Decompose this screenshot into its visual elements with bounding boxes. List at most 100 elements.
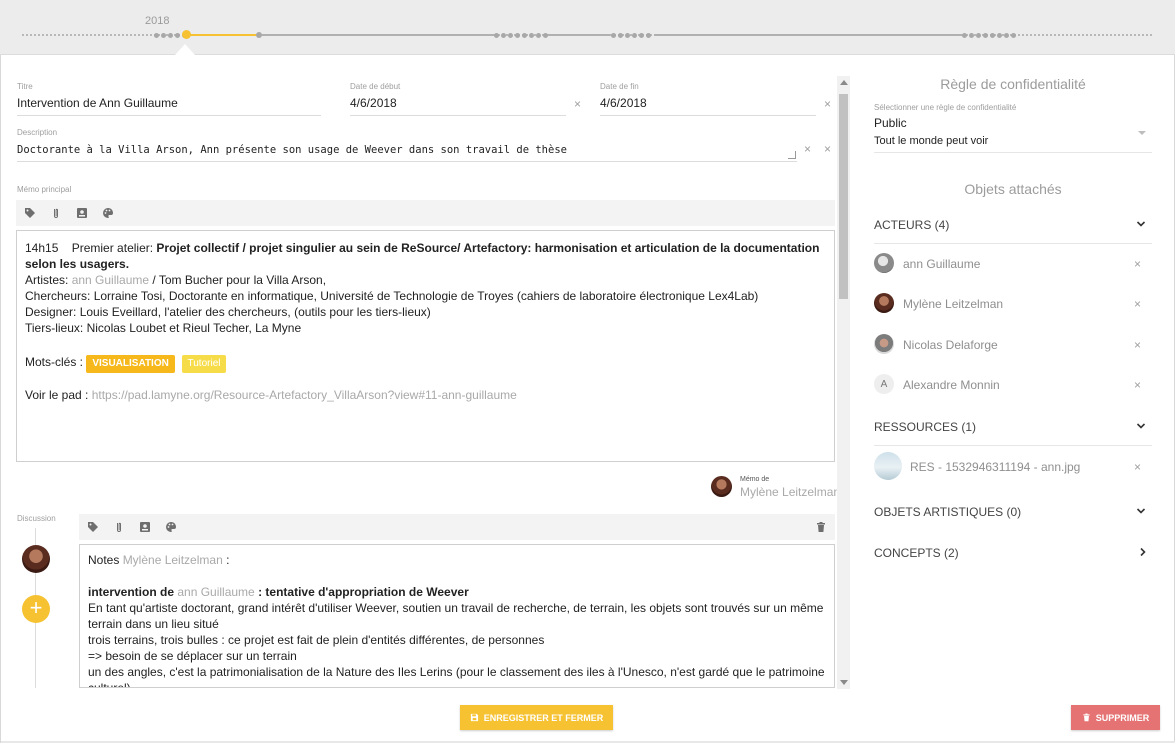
- actors-section-title[interactable]: ACTEURS (4): [874, 218, 949, 232]
- privacy-dropdown-icon[interactable]: [1138, 131, 1146, 135]
- notes-colon: :: [222, 553, 230, 567]
- discussion-label: Discussion: [17, 514, 56, 523]
- memo-artists-line: Artistes: ann Guillaume / Tom Bucher pou…: [25, 272, 826, 288]
- resources-section-title[interactable]: RESSOURCES (1): [874, 420, 976, 434]
- remove-actor-icon[interactable]: ×: [1134, 297, 1141, 311]
- timeline-cluster[interactable]: [962, 31, 1016, 39]
- memo-keywords-line: Mots-clés : VISUALISATION Tutoriel: [25, 352, 826, 373]
- remove-resource-icon[interactable]: ×: [1134, 460, 1141, 474]
- actor-avatar: [874, 253, 894, 273]
- keyword-tag-visualisation[interactable]: VISUALISATION: [86, 355, 175, 373]
- start-date-input[interactable]: 4/6/2018: [350, 96, 397, 110]
- chevron-down-icon[interactable]: [1136, 420, 1146, 430]
- attachment-icon[interactable]: [50, 207, 62, 219]
- title-label: Titre: [17, 82, 33, 91]
- memo-artists-prefix: Artistes:: [25, 273, 72, 287]
- actor-name[interactable]: Mylène Leitzelman: [903, 297, 1003, 311]
- timeline-current-marker[interactable]: [182, 30, 191, 39]
- notes-editor[interactable]: Notes Mylène Leitzelman : intervention d…: [79, 544, 835, 688]
- resource-thumbnail: [874, 452, 902, 480]
- privacy-underline: [874, 152, 1152, 153]
- memo-artists-rest: / Tom Bucher pour la Villa Arson,: [149, 273, 327, 287]
- privacy-select-value[interactable]: Public: [874, 116, 907, 130]
- resource-name[interactable]: RES - 1532946311194 - ann.jpg: [910, 460, 1080, 474]
- timeline-cluster[interactable]: [611, 31, 651, 39]
- memo-pad-link[interactable]: https://pad.lamyne.org/Resource-Artefact…: [92, 388, 517, 402]
- description-textarea[interactable]: Doctorante à la Villa Arson, Ann présent…: [17, 144, 567, 156]
- timeline-cluster[interactable]: [494, 31, 548, 39]
- end-date-clear-icon[interactable]: ×: [824, 98, 831, 110]
- actor-avatar: [874, 334, 894, 354]
- attached-heading: Objets attachés: [964, 181, 1062, 197]
- timeline-segment: [546, 34, 610, 36]
- notes-intervention-prefix: intervention de: [88, 585, 178, 599]
- delete-button[interactable]: SUPPRIMER: [1071, 705, 1160, 730]
- actor-name[interactable]: ann Guillaume: [903, 257, 980, 271]
- chevron-right-icon[interactable]: [1138, 546, 1148, 557]
- save-and-close-label: ENREGISTRER ET FERMER: [483, 712, 604, 723]
- save-icon: [470, 713, 478, 722]
- tag-icon[interactable]: [24, 207, 36, 219]
- description-underline: [17, 161, 797, 162]
- notes-person-link[interactable]: ann Guillaume: [177, 585, 254, 599]
- contact-card-icon[interactable]: [139, 521, 151, 533]
- actor-avatar-initial: A: [874, 374, 894, 394]
- title-input[interactable]: Intervention de Ann Guillaume: [17, 96, 178, 110]
- notes-prefix: Notes: [88, 553, 123, 567]
- contact-card-icon[interactable]: [76, 207, 88, 219]
- palette-icon[interactable]: [165, 521, 177, 533]
- end-date-input[interactable]: 4/6/2018: [600, 96, 647, 110]
- trash-icon: [1083, 713, 1090, 722]
- notes-intervention-line: intervention de ann Guillaume : tentativ…: [88, 584, 826, 600]
- notes-intervention-rest: : tentative d'appropriation de Weever: [254, 585, 469, 599]
- memo-artist-link[interactable]: ann Guillaume: [72, 273, 149, 287]
- actor-name[interactable]: Nicolas Delaforge: [903, 338, 998, 352]
- actor-name[interactable]: Alexandre Monnin: [903, 378, 1000, 392]
- memo-label: Mémo principal: [17, 185, 72, 194]
- privacy-select-sub: Tout le monde peut voir: [874, 135, 989, 147]
- scroll-down-icon[interactable]: [840, 680, 848, 685]
- description-clear-icon[interactable]: ×: [804, 143, 811, 155]
- memo-designer-line: Designer: Louis Eveillard, l'atelier des…: [25, 305, 431, 319]
- remove-actor-icon[interactable]: ×: [1134, 338, 1141, 352]
- scroll-thumb[interactable]: [839, 94, 848, 299]
- memo-toolbar: [16, 200, 835, 226]
- description-clear-icon-2[interactable]: ×: [824, 143, 831, 155]
- timeline-bar[interactable]: 2018: [0, 0, 1175, 55]
- notes-line-4: un des angles, c'est la patrimonialisati…: [88, 665, 825, 688]
- trash-icon[interactable]: [815, 521, 827, 533]
- tag-icon[interactable]: [87, 521, 99, 533]
- resources-divider: [874, 445, 1152, 446]
- chevron-down-icon[interactable]: [1136, 218, 1146, 228]
- timeline-range-end[interactable]: [256, 32, 262, 38]
- memo-heading-prefix: Premier atelier:: [71, 241, 157, 255]
- memo-editor[interactable]: 14h15 Premier atelier: Projet collectif …: [16, 230, 835, 462]
- attachment-icon[interactable]: [113, 521, 125, 533]
- chevron-down-icon[interactable]: [1136, 505, 1146, 515]
- privacy-heading: Règle de confidentialité: [940, 76, 1086, 92]
- content-scrollbar[interactable]: [837, 76, 850, 689]
- scroll-up-icon[interactable]: [840, 80, 848, 85]
- notes-line-3: => besoin de se déplacer sur un terrain: [88, 649, 297, 663]
- concepts-section-title[interactable]: CONCEPTS (2): [874, 546, 959, 560]
- add-note-button[interactable]: +: [22, 595, 50, 623]
- timeline-year: 2018: [145, 15, 170, 27]
- memo-tiers-line: Tiers-lieux: Nicolas Loubet et Rieul Tec…: [25, 321, 302, 335]
- remove-actor-icon[interactable]: ×: [1134, 378, 1141, 392]
- palette-icon[interactable]: [102, 207, 114, 219]
- notes-author-link[interactable]: Mylène Leitzelman: [123, 553, 223, 567]
- timeline-segment: [262, 34, 494, 36]
- save-and-close-button[interactable]: ENREGISTRER ET FERMER: [460, 705, 613, 730]
- remove-actor-icon[interactable]: ×: [1134, 257, 1141, 271]
- memo-researchers-line: Chercheurs: Lorraine Tosi, Doctorante en…: [25, 289, 759, 303]
- notes-line-1: En tant qu'artiste doctorant, grand inté…: [88, 601, 824, 631]
- keyword-tag-tutoriel[interactable]: Tutoriel: [181, 355, 227, 373]
- memo-author-name: Mylène Leitzelman: [740, 485, 841, 499]
- memo-pad-line: Voir le pad : https://pad.lamyne.org/Res…: [25, 387, 826, 403]
- start-date-label: Date de début: [350, 82, 401, 91]
- resize-handle-icon[interactable]: [788, 151, 796, 159]
- artistic-objects-section-title[interactable]: OBJETS ARTISTIQUES (0): [874, 505, 1021, 519]
- notes-toolbar: [79, 514, 835, 540]
- start-date-clear-icon[interactable]: ×: [574, 98, 581, 110]
- actor-avatar: [874, 293, 894, 313]
